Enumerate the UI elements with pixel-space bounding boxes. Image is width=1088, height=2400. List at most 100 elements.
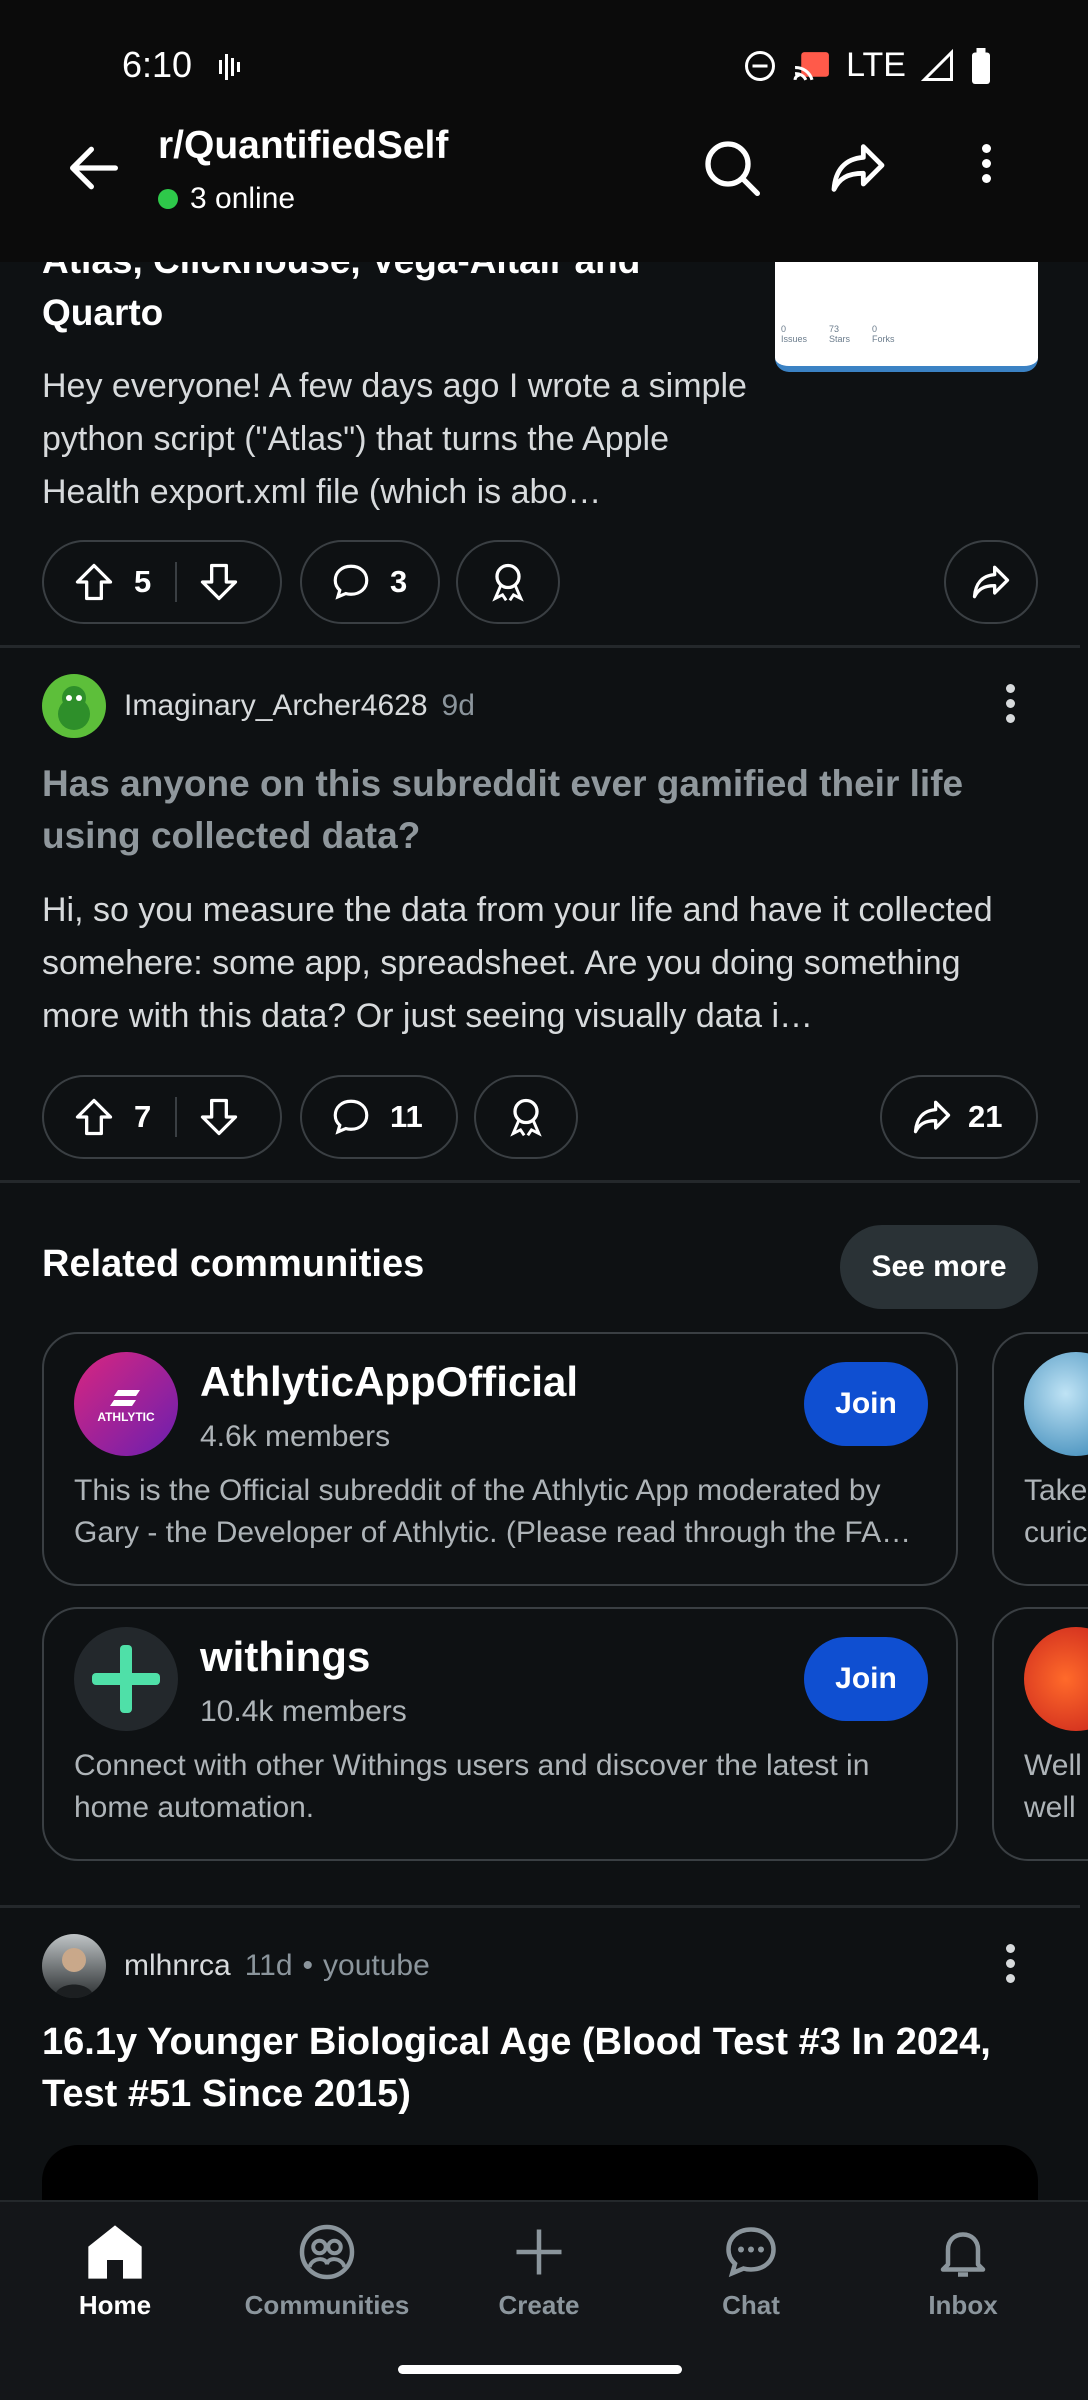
community-description: Well well xyxy=(1024,1745,1082,1829)
vote-pill: 5 xyxy=(42,540,282,624)
post-author[interactable]: mlhnrca xyxy=(124,1949,231,1983)
back-arrow-icon[interactable] xyxy=(62,136,126,200)
nav-communities[interactable]: Communities xyxy=(242,2222,412,2321)
section-divider xyxy=(0,1905,1080,1908)
nav-inbox[interactable]: Inbox xyxy=(878,2222,1048,2321)
nav-label: Inbox xyxy=(928,2290,998,2320)
post-title[interactable]: 16.1y Younger Biological Age (Blood Test… xyxy=(42,2016,1042,2120)
chat-icon xyxy=(726,2227,776,2278)
community-name: AthlyticAppOfficial xyxy=(200,1358,579,1405)
vote-pill: 7 xyxy=(42,1075,282,1159)
fork-count: 0 xyxy=(872,324,878,334)
comment-icon xyxy=(333,564,369,600)
home-indicator[interactable] xyxy=(398,2365,682,2374)
post-body[interactable]: Hi, so you measure the data from your li… xyxy=(42,884,1042,1043)
vote-divider xyxy=(175,1097,178,1137)
nav-create[interactable]: Create xyxy=(454,2222,624,2321)
post-options-icon[interactable] xyxy=(998,678,1022,738)
network-label: LTE xyxy=(846,46,906,84)
communities-icon xyxy=(299,2224,355,2280)
dnd-icon xyxy=(745,50,776,81)
share-icon[interactable] xyxy=(826,136,890,200)
join-button[interactable]: Join xyxy=(804,1362,928,1446)
post-body[interactable]: Hey everyone! A few days ago I wrote a s… xyxy=(42,360,762,519)
comment-count: 11 xyxy=(390,1099,423,1134)
fork-label: Forks xyxy=(872,334,895,344)
related-communities-title: Related communities xyxy=(42,1243,425,1285)
star-count: 73 xyxy=(829,324,840,334)
community-card[interactable]: withings 10.4k members Connect with othe… xyxy=(42,1607,958,1861)
battery-icon xyxy=(972,47,990,84)
post-author-row[interactable]: mlhnrca 11d • youtube xyxy=(42,1934,430,1998)
withings-plus-icon xyxy=(74,1627,178,1731)
community-description: This is the Official subreddit of the At… xyxy=(74,1474,912,1549)
join-button[interactable]: Join xyxy=(804,1637,928,1721)
downvote-icon[interactable] xyxy=(197,560,241,604)
nav-label: Chat xyxy=(722,2290,780,2320)
peek-line: well xyxy=(1024,1791,1076,1824)
athlytic-logo-icon: ATHLYTIC xyxy=(74,1352,178,1456)
award-icon xyxy=(492,563,524,602)
status-bar: 6:10 LTE xyxy=(0,0,1088,130)
community-card-peek[interactable]: Well well xyxy=(992,1607,1088,1861)
separator: • xyxy=(302,1949,314,1982)
post-age: 9d xyxy=(441,689,475,722)
online-label: 3 online xyxy=(190,182,296,215)
nav-home[interactable]: Home xyxy=(30,2222,200,2321)
status-icons: LTE xyxy=(742,46,992,85)
post-author[interactable]: Imaginary_Archer4628 xyxy=(124,689,428,723)
post-title-line: Quarto xyxy=(42,292,164,333)
avatar xyxy=(42,674,106,738)
search-icon[interactable] xyxy=(700,136,764,200)
status-time: 6:10 xyxy=(122,44,193,85)
subreddit-title[interactable]: r/QuantifiedSelf xyxy=(158,124,448,168)
upvote-icon[interactable] xyxy=(72,1095,116,1139)
upvote-count: 7 xyxy=(134,1099,152,1134)
issue-count: 0 xyxy=(781,324,787,334)
peek-line: Take xyxy=(1024,1474,1088,1507)
avatar xyxy=(42,1934,106,1998)
community-card-peek[interactable]: Take curic xyxy=(992,1332,1088,1586)
community-description: Take curic xyxy=(1024,1470,1087,1554)
post-source[interactable]: youtube xyxy=(323,1949,430,1983)
post-title[interactable]: Has anyone on this subreddit ever gamifi… xyxy=(42,758,1042,862)
comments-button[interactable]: 11 xyxy=(300,1075,458,1159)
online-dot-icon xyxy=(158,189,178,209)
post-divider xyxy=(0,1180,1080,1183)
community-icon xyxy=(1024,1352,1088,1456)
nav-chat[interactable]: Chat xyxy=(666,2222,836,2321)
post-author-row[interactable]: Imaginary_Archer4628 9d xyxy=(42,674,475,738)
peek-line: Well xyxy=(1024,1749,1082,1782)
online-count: 3 online xyxy=(158,182,295,216)
see-more-button[interactable]: See more xyxy=(840,1225,1038,1309)
community-description: Connect with other Withings users and di… xyxy=(74,1749,870,1824)
home-icon xyxy=(88,2225,142,2279)
award-button[interactable] xyxy=(456,540,560,624)
community-members: 4.6k members xyxy=(200,1420,391,1453)
post-divider xyxy=(0,645,1080,648)
athlytic-logo-text: ATHLYTIC xyxy=(97,1410,155,1424)
community-card[interactable]: ATHLYTIC AthlyticAppOfficial 4.6k member… xyxy=(42,1332,958,1586)
upvote-icon[interactable] xyxy=(72,560,116,604)
star-label: Stars xyxy=(829,334,851,344)
post-options-icon[interactable] xyxy=(998,1938,1022,1998)
community-name: withings xyxy=(200,1633,371,1680)
share-icon xyxy=(972,565,1010,599)
share-button[interactable] xyxy=(944,540,1038,624)
issue-label: Issues xyxy=(781,334,808,344)
more-options-icon[interactable] xyxy=(974,138,998,198)
award-button[interactable] xyxy=(474,1075,578,1159)
share-icon xyxy=(913,1100,951,1134)
share-button[interactable]: 21 xyxy=(880,1075,1038,1159)
plus-icon xyxy=(516,2229,562,2275)
comments-button[interactable]: 3 xyxy=(300,540,440,624)
post-thumbnail[interactable]: 0 Issues 73 Stars 0 Forks xyxy=(775,262,1038,372)
nav-label: Create xyxy=(498,2290,580,2320)
downvote-icon[interactable] xyxy=(197,1095,241,1139)
community-icon xyxy=(1024,1627,1088,1731)
vibrate-icon xyxy=(219,54,240,80)
comment-icon xyxy=(333,1099,369,1135)
peek-line: curic xyxy=(1024,1516,1088,1549)
top-bar: 6:10 LTE r/QuantifiedSelf 3 online xyxy=(0,0,1088,262)
nav-label: Home xyxy=(78,2290,152,2320)
